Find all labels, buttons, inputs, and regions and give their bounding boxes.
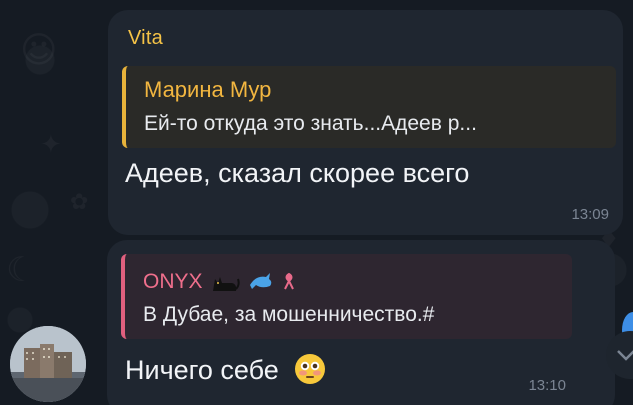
black-cat-icon — [213, 277, 241, 292]
message-text-row: Ничего себе — [125, 353, 326, 386]
chevron-down-icon[interactable] — [604, 330, 633, 380]
message-bubble[interactable]: ONYX В Дубае, за мошенничество.# Ничего … — [107, 240, 615, 405]
avatar-photo-buildings — [10, 326, 86, 402]
reply-author-name: Марина Мур — [144, 77, 272, 102]
reply-text: В Дубае, за мошенничество.# — [143, 303, 435, 326]
flushed-face-icon — [295, 354, 326, 384]
wallpaper-doodle: ✦ — [40, 130, 62, 160]
reply-quote[interactable]: Марина Мур Ей-то откуда это знать...Адее… — [122, 66, 616, 148]
reply-text: Ей-то откуда это знать...Адеев р... — [144, 112, 477, 135]
avatar[interactable] — [10, 326, 86, 402]
reply-author-row: ONYX — [143, 270, 296, 294]
wallpaper-doodle: ☾ — [6, 250, 36, 290]
dolphin-icon — [250, 273, 272, 290]
message-text: Ничего себе — [125, 355, 279, 385]
wallpaper-doodle: ✿ — [70, 190, 88, 215]
message-timestamp: 13:09 — [571, 206, 609, 223]
message-text: Адеев, сказал скорее всего — [125, 158, 470, 188]
reply-quote[interactable]: ONYX В Дубае, за мошенничество.# — [121, 254, 572, 339]
message-bubble[interactable]: Vita Марина Мур Ей-то откуда это знать..… — [108, 10, 623, 235]
pink-emblem-icon — [284, 273, 294, 290]
chat-area: ☺ ✦ ☾ ✿ ♦ Vita Марина Мур Ей-то откуда э… — [0, 0, 633, 405]
reply-author-name: ONYX — [143, 270, 203, 293]
message-sender-name[interactable]: Vita — [128, 27, 163, 50]
message-timestamp: 13:10 — [528, 377, 566, 394]
wallpaper-doodle: ☺ — [20, 30, 58, 71]
